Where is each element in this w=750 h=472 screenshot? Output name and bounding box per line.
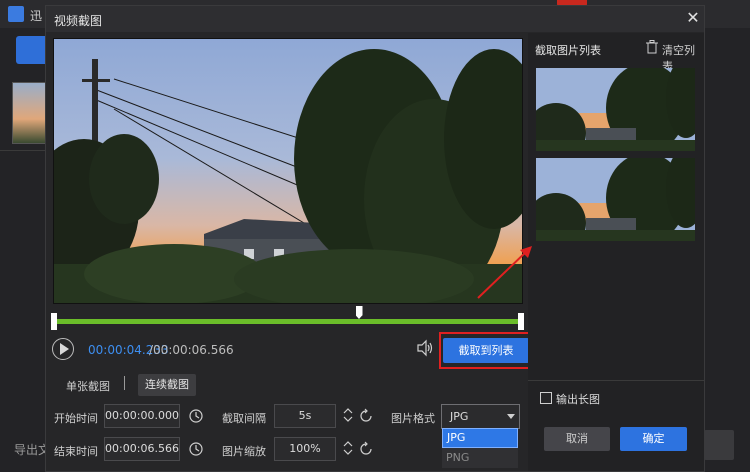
timeline-start-handle[interactable] (51, 313, 57, 330)
tab-separator (124, 376, 125, 390)
video-preview[interactable] (53, 38, 523, 304)
volume-icon[interactable] (416, 339, 434, 357)
background-app-title: 迅 (30, 9, 43, 23)
tab-single-screenshot[interactable]: 单张截图 (66, 378, 110, 394)
end-time-label: 结束时间 (54, 445, 98, 458)
trash-icon[interactable] (646, 40, 658, 54)
format-label: 图片格式 (391, 412, 435, 425)
close-icon[interactable]: ✕ (684, 9, 702, 27)
scale-stepper-icon[interactable] (340, 440, 356, 456)
start-time-input[interactable]: 00:00:00.000 (104, 404, 180, 428)
chevron-down-icon (507, 414, 515, 419)
captured-list-title: 截取图片列表 (535, 44, 601, 57)
capture-to-list-button[interactable]: 截取到列表 (443, 338, 529, 363)
thumbnail-image (536, 158, 695, 241)
scale-input[interactable]: 100% (274, 437, 336, 461)
background-add-button[interactable] (16, 36, 48, 64)
set-start-time-icon[interactable] (188, 408, 204, 424)
total-time: /00:00:06.566 (149, 343, 234, 357)
interval-stepper-icon[interactable] (340, 407, 356, 423)
scale-label: 图片缩放 (222, 445, 266, 458)
end-time-input[interactable]: 00:00:06.566 (104, 437, 180, 461)
confirm-button[interactable]: 确定 (620, 427, 687, 451)
tab-continuous-screenshot[interactable]: 连续截图 (138, 374, 196, 396)
annotation-arrow (477, 246, 532, 299)
video-frame-image (54, 39, 522, 303)
panel-divider (528, 380, 704, 381)
format-option-png[interactable]: PNG (442, 448, 518, 468)
format-option-jpg[interactable]: JPG (442, 428, 518, 448)
timeline-track[interactable] (53, 319, 523, 324)
background-media-thumbnail[interactable] (12, 82, 46, 144)
reset-scale-icon[interactable] (358, 441, 374, 457)
thumbnail-image (536, 68, 695, 151)
interval-input[interactable]: 5s (274, 404, 336, 428)
background-export-button[interactable] (704, 430, 734, 460)
captured-thumbnail[interactable] (536, 158, 695, 241)
timeline-playhead[interactable] (355, 306, 363, 319)
output-long-image-checkbox[interactable] (540, 392, 552, 404)
dialog-header: 视频截图 ✕ (46, 6, 704, 32)
play-icon (60, 343, 69, 355)
video-screenshot-dialog: 视频截图 ✕ 00:00:04.233 /00:00:06.566 截取到列表 … (45, 5, 705, 472)
background-divider (0, 150, 48, 151)
app-logo-icon (8, 6, 24, 22)
start-time-label: 开始时间 (54, 412, 98, 425)
interval-label: 截取间隔 (222, 412, 266, 425)
cancel-button[interactable]: 取消 (544, 427, 610, 451)
output-long-image-label[interactable]: 输出长图 (556, 391, 600, 407)
play-button[interactable] (52, 338, 74, 360)
set-end-time-icon[interactable] (188, 441, 204, 457)
dialog-title: 视频截图 (54, 14, 103, 28)
timeline-end-handle[interactable] (518, 313, 524, 330)
reset-interval-icon[interactable] (358, 408, 374, 424)
captured-thumbnail[interactable] (536, 68, 695, 151)
